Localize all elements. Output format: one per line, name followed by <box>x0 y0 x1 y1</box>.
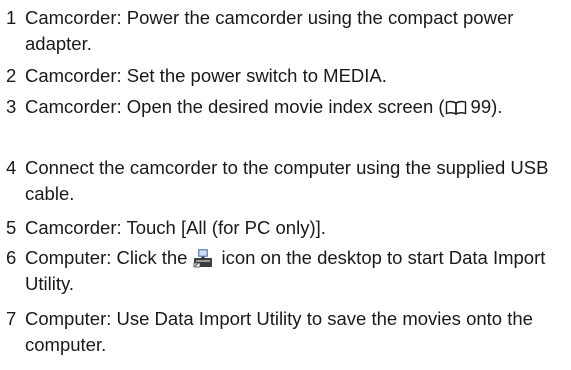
step-text: Camcorder: Touch [All (for PC only)]. <box>25 217 326 238</box>
step-text-after: ). <box>491 96 503 117</box>
step-number: 5 <box>6 217 17 238</box>
step-3: 3 Camcorder: Open the desired movie inde… <box>6 94 566 120</box>
step-number: 6 <box>6 247 17 268</box>
data-import-utility-icon <box>192 247 214 269</box>
step-text-before: Computer: Click the <box>25 247 188 268</box>
step-6: 6 Computer: Click the icon on the desktop… <box>6 245 566 297</box>
step-text: Connect the camcorder to the computer us… <box>25 157 549 204</box>
step-2: 2 Camcorder: Set the power switch to MED… <box>6 63 566 89</box>
page-reference: 99 <box>470 96 492 117</box>
step-number: 4 <box>6 157 17 178</box>
step-4: 4 Connect the camcorder to the computer … <box>6 155 566 207</box>
step-number: 2 <box>6 65 17 86</box>
book-icon <box>445 100 467 115</box>
step-text: Camcorder: Open the desired movie index … <box>25 94 566 120</box>
step-text: Computer: Use Data Import Utility to sav… <box>25 308 533 355</box>
step-number: 3 <box>6 96 17 117</box>
step-number: 7 <box>6 308 17 329</box>
step-7: 7 Computer: Use Data Import Utility to s… <box>6 306 566 358</box>
step-text: Camcorder: Set the power switch to MEDIA… <box>25 65 387 86</box>
step-text: Camcorder: Power the camcorder using the… <box>25 7 514 54</box>
step-number: 1 <box>6 7 17 28</box>
step-5: 5 Camcorder: Touch [All (for PC only)]. <box>6 215 566 241</box>
step-1: 1 Camcorder: Power the camcorder using t… <box>6 5 566 57</box>
step-text-before: Camcorder: Open the desired movie index … <box>25 96 445 117</box>
instruction-steps: 1 Camcorder: Power the camcorder using t… <box>0 0 571 370</box>
step-text: Computer: Click the icon on the desktop t… <box>25 245 566 297</box>
